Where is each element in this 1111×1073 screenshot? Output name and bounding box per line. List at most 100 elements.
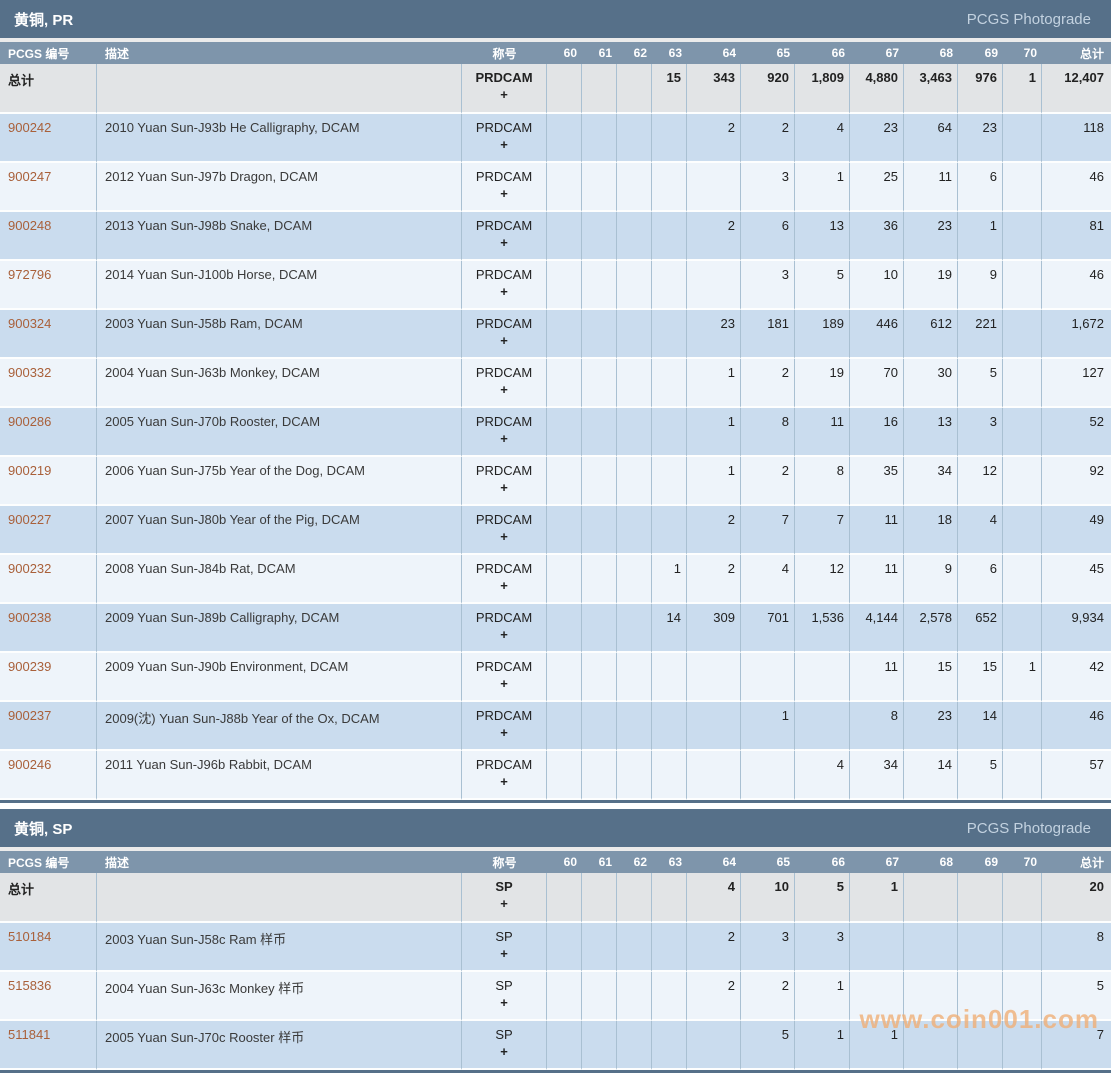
grade-70-count <box>1003 212 1042 261</box>
grade-68-count: 9 <box>904 555 958 604</box>
photograde-link[interactable]: PCGS Photograde <box>967 11 1091 28</box>
grade-63-count: 14 <box>652 604 687 653</box>
grade-62-count <box>617 702 652 751</box>
pcgs-number-link[interactable]: 900239 <box>8 659 51 674</box>
pcgs-number-link[interactable]: 900286 <box>8 414 51 429</box>
plus-designation: + <box>463 333 545 348</box>
grade-65-count: 8 <box>741 408 795 457</box>
grade-60-count <box>547 923 582 972</box>
coin-description: 2011 Yuan Sun-J96b Rabbit, DCAM <box>97 751 462 800</box>
row-total: 5 <box>1042 972 1111 1021</box>
grade-62-count <box>617 212 652 261</box>
designation-label: SP <box>463 879 545 894</box>
column-header: 69 <box>958 42 1003 64</box>
pcgs-number-link[interactable]: 515836 <box>8 978 51 993</box>
section-titlebar: 黄铜, PRPCGS Photograde <box>0 0 1111 38</box>
grade-70-count <box>1003 873 1042 923</box>
grade-68-count: 30 <box>904 359 958 408</box>
designation-label: PRDCAM <box>463 659 545 674</box>
grade-66-count: 189 <box>795 310 850 359</box>
table-row: 9002472012 Yuan Sun-J97b Dragon, DCAMPRD… <box>0 163 1111 212</box>
grade-66-count <box>795 702 850 751</box>
grade-70-count <box>1003 604 1042 653</box>
grade-63-count: 1 <box>652 555 687 604</box>
pcgs-number-link[interactable]: 900219 <box>8 463 51 478</box>
pcgs-number-link[interactable]: 900238 <box>8 610 51 625</box>
section-titlebar: 黄铜, SP PCGS Photograde <box>0 809 1111 847</box>
pcgs-number-link[interactable]: 900232 <box>8 561 51 576</box>
pcgs-number-link[interactable]: 900227 <box>8 512 51 527</box>
grade-62-count <box>617 873 652 923</box>
pcgs-number-link[interactable]: 972796 <box>8 267 51 282</box>
table-row: 900248 2013 Yuan Sun-J98b Snake, DCAMPRDC… <box>0 212 1111 261</box>
photograde-link[interactable]: PCGS Photograde <box>967 820 1091 837</box>
grade-62-count <box>617 64 652 114</box>
grade-60-count <box>547 114 582 163</box>
grade-62-count <box>617 310 652 359</box>
pcgs-number-link[interactable]: 900324 <box>8 316 51 331</box>
pcgs-number-link[interactable]: 900246 <box>8 757 51 772</box>
grade-68-count <box>904 873 958 923</box>
pcgs-number-link[interactable]: 900237 <box>8 708 51 723</box>
designation-label: PRDCAM <box>463 218 545 233</box>
grade-60-count <box>547 702 582 751</box>
table-row: 9002322008 Yuan Sun-J84b Rat, DCAMPRDCAM… <box>0 555 1111 604</box>
coin-description: 2009 Yuan Sun-J90b Environment, DCAM <box>97 653 462 702</box>
grade-61-count <box>582 212 617 261</box>
column-header: 61 <box>582 42 617 64</box>
grade-66-count: 1,536 <box>795 604 850 653</box>
grade-62-count <box>617 1021 652 1070</box>
grade-65-count: 3 <box>741 163 795 212</box>
grade-68-count: 64 <box>904 114 958 163</box>
grade-68-count: 14 <box>904 751 958 800</box>
grade-63-count <box>652 751 687 800</box>
coin-description: 2013 Yuan Sun-J98b Snake, DCAM <box>97 212 462 261</box>
grade-65-count <box>741 653 795 702</box>
grade-60-count <box>547 359 582 408</box>
grade-69-count: 221 <box>958 310 1003 359</box>
totals-label: 总计 <box>8 882 34 897</box>
grade-67-count: 34 <box>850 751 904 800</box>
coin-description: 2010 Yuan Sun-J93b He Calligraphy, DCAM <box>97 114 462 163</box>
pcgs-number-link[interactable]: 900248 <box>8 218 51 233</box>
grade-63-count <box>652 972 687 1021</box>
pcgs-number-link[interactable]: 511841 <box>8 1027 50 1042</box>
table-row: 5118412005 Yuan Sun-J70c Rooster 样币SP+51… <box>0 1021 1111 1070</box>
grade-62-count <box>617 163 652 212</box>
table-row: 5101842003 Yuan Sun-J58c Ram 样币SP+2338 <box>0 923 1111 972</box>
grade-67-count: 11 <box>850 555 904 604</box>
row-total: 46 <box>1042 261 1111 310</box>
grade-64-count: 4 <box>687 873 741 923</box>
grade-70-count <box>1003 408 1042 457</box>
grade-64-count: 1 <box>687 457 741 506</box>
grade-67-count: 1 <box>850 873 904 923</box>
grade-61-count <box>582 702 617 751</box>
grade-67-count: 11 <box>850 653 904 702</box>
pcgs-number-link[interactable]: 510184 <box>8 929 51 944</box>
designation-label: PRDCAM <box>463 414 545 429</box>
table-row: 900242 2010 Yuan Sun-J93b He Calligraphy,… <box>0 114 1111 163</box>
grade-60-count <box>547 261 582 310</box>
coin-description: 2005 Yuan Sun-J70c Rooster 样币 <box>97 1021 462 1070</box>
pcgs-number-link[interactable]: 900247 <box>8 169 51 184</box>
grade-69-count: 12 <box>958 457 1003 506</box>
pcgs-number-link[interactable]: 900242 <box>8 120 51 135</box>
section-title: 黄铜, SP <box>14 818 72 839</box>
column-header: 称号 <box>462 42 547 64</box>
pcgs-number-link[interactable]: 900332 <box>8 365 51 380</box>
grade-70-count <box>1003 1021 1042 1070</box>
grade-66-count: 1 <box>795 163 850 212</box>
grade-68-count <box>904 1021 958 1070</box>
row-total: 127 <box>1042 359 1111 408</box>
grade-69-count <box>958 923 1003 972</box>
grade-64-count: 1 <box>687 359 741 408</box>
grade-67-count: 11 <box>850 506 904 555</box>
column-header: 70 <box>1003 851 1042 873</box>
grade-70-count <box>1003 359 1042 408</box>
grade-61-count <box>582 114 617 163</box>
designation-label: PRDCAM <box>463 463 545 478</box>
row-total: 7 <box>1042 1021 1111 1070</box>
grade-61-count <box>582 751 617 800</box>
grade-61-count <box>582 653 617 702</box>
grade-69-count: 3 <box>958 408 1003 457</box>
